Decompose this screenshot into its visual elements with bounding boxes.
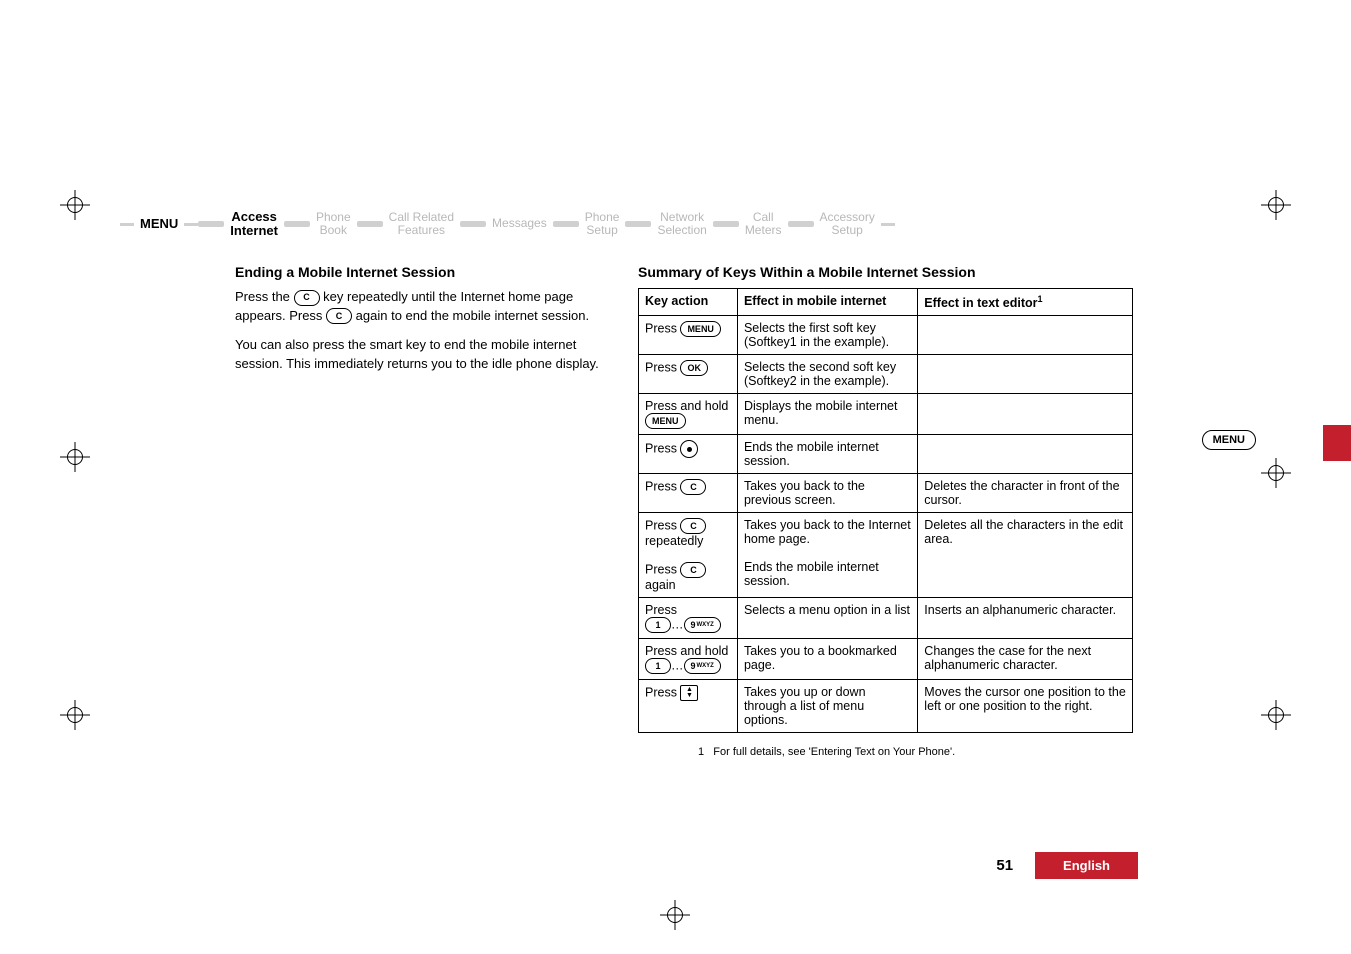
menu-flow: MENU AccessInternet PhoneBook Call Relat…: [120, 200, 1130, 248]
left-column: Ending a Mobile Internet Session Press t…: [235, 264, 623, 383]
reg-mark: [60, 190, 90, 220]
reg-mark: [1261, 700, 1291, 730]
smart-key-icon: [680, 440, 698, 458]
page-footer: 51 English: [638, 852, 1138, 879]
red-edge-tab: [1323, 425, 1351, 461]
table-row: Press 1…9WXYZ Selects a menu option in a…: [639, 598, 1133, 639]
table-row: Press MENU Selects the first soft key (S…: [639, 316, 1133, 355]
side-menu-badge: MENU: [1202, 430, 1256, 450]
reg-mark: [60, 442, 90, 472]
reg-mark: [660, 900, 690, 930]
menu-key-icon: MENU: [680, 321, 721, 337]
th-effect-internet: Effect in mobile internet: [737, 289, 917, 316]
ending-session-heading: Ending a Mobile Internet Session: [235, 264, 623, 280]
nine-key-icon: 9WXYZ: [684, 658, 721, 674]
c-key-icon: C: [294, 290, 320, 306]
reg-mark: [60, 700, 90, 730]
table-row: Press and hold 1…9WXYZ Takes you to a bo…: [639, 639, 1133, 680]
menu-item-phone-book: PhoneBook: [310, 211, 357, 237]
reg-mark: [1261, 190, 1291, 220]
menu-item-network-selection: NetworkSelection: [651, 211, 712, 237]
c-key-icon: C: [680, 479, 706, 495]
page-number: 51: [996, 857, 1013, 874]
table-row: Press C repeatedly Press C again Takes y…: [639, 513, 1133, 598]
menu-item-call-related: Call RelatedFeatures: [383, 211, 460, 237]
key-summary-table: Key action Effect in mobile internet Eff…: [638, 288, 1133, 733]
one-key-icon: 1: [645, 658, 671, 674]
c-key-icon: C: [680, 562, 706, 578]
nine-key-icon: 9WXYZ: [684, 617, 721, 633]
table-row: Press and hold MENU Displays the mobile …: [639, 394, 1133, 435]
ending-session-p1: Press the C key repeatedly until the Int…: [235, 288, 623, 326]
th-effect-editor: Effect in text editor1: [918, 289, 1133, 316]
right-column: Summary of Keys Within a Mobile Internet…: [638, 264, 1138, 771]
one-key-icon: 1: [645, 617, 671, 633]
language-tab: English: [1035, 852, 1138, 879]
table-row: Press ▲▼ Takes you up or down through a …: [639, 680, 1133, 733]
menu-label: MENU: [134, 217, 184, 231]
menu-item-messages: Messages: [486, 217, 553, 230]
c-key-icon: C: [680, 518, 706, 534]
table-row: Press C Takes you back to the previous s…: [639, 474, 1133, 513]
menu-key-icon: MENU: [645, 413, 686, 429]
side-menu-label: MENU: [1202, 430, 1256, 450]
table-row: Press Ends the mobile internet session.: [639, 435, 1133, 474]
summary-heading: Summary of Keys Within a Mobile Internet…: [638, 264, 1138, 280]
th-key-action: Key action: [639, 289, 738, 316]
menu-item-phone-setup: PhoneSetup: [579, 211, 626, 237]
menu-item-accessory-setup: AccessorySetup: [814, 211, 881, 237]
updown-key-icon: ▲▼: [680, 685, 698, 701]
menu-label-text: MENU: [140, 217, 178, 231]
ok-key-icon: OK: [680, 360, 708, 376]
table-row: Press OK Selects the second soft key (So…: [639, 355, 1133, 394]
c-key-icon: C: [326, 308, 352, 324]
footnote: 1 For full details, see 'Entering Text o…: [698, 745, 1138, 761]
menu-item-call-meters: CallMeters: [739, 211, 788, 237]
menu-item-access-internet: AccessInternet: [224, 210, 284, 239]
reg-mark: [1261, 458, 1291, 488]
ending-session-p2: You can also press the smart key to end …: [235, 336, 623, 374]
